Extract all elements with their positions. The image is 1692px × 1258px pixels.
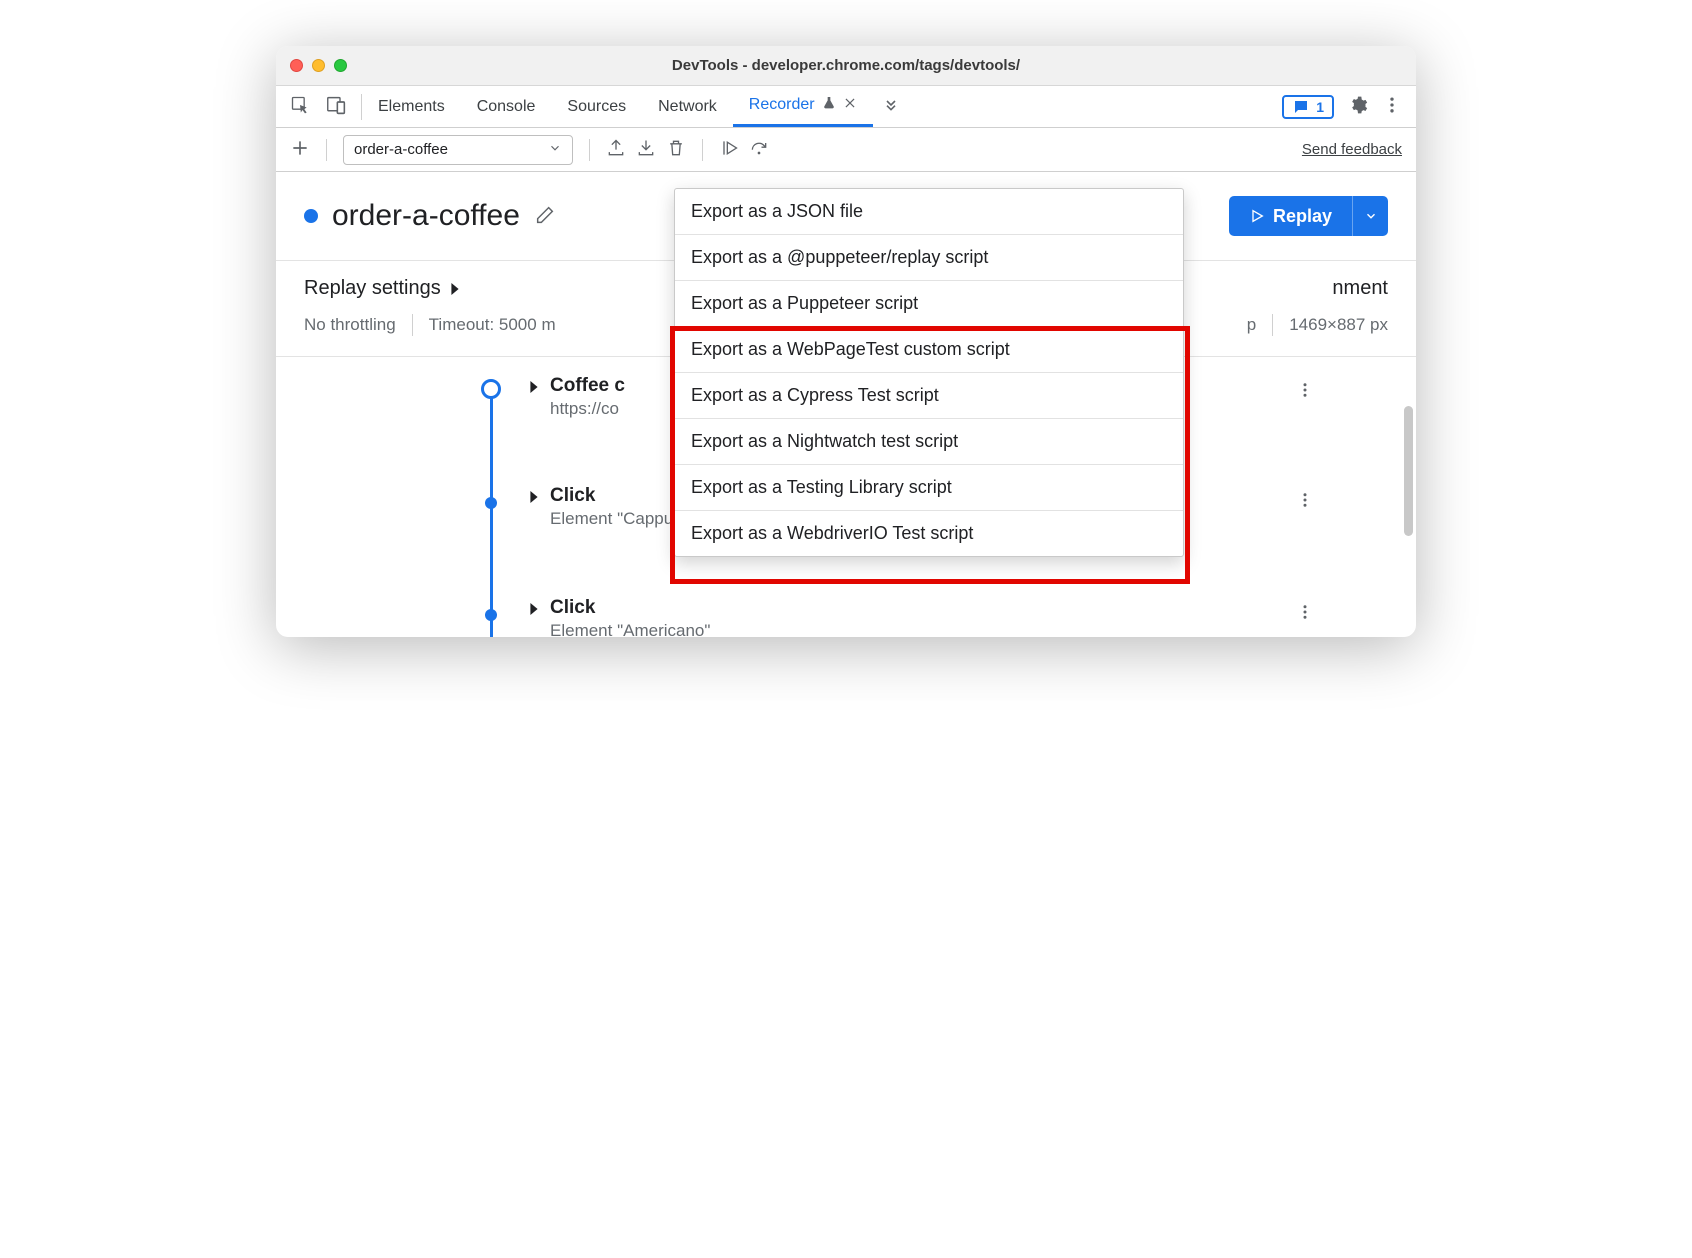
delete-icon[interactable] [666,138,686,161]
export-webpagetest[interactable]: Export as a WebPageTest custom script [675,327,1183,373]
devtools-tabbar: Elements Console Sources Network Recorde… [276,86,1416,128]
export-json[interactable]: Export as a JSON file [675,189,1183,235]
tab-recorder[interactable]: Recorder [733,86,873,127]
timeline-node-icon [485,497,497,509]
new-recording-icon[interactable] [290,138,310,161]
step-menu-icon[interactable] [1296,491,1314,512]
tab-elements[interactable]: Elements [362,86,461,127]
timeline-start-node-icon [481,379,501,399]
viewport-value: 1469×887 px [1289,315,1388,335]
export-menu: Export as a JSON file Export as a @puppe… [674,188,1184,557]
customize-menu-icon[interactable] [1382,95,1402,118]
export-nightwatch[interactable]: Export as a Nightwatch test script [675,419,1183,465]
issues-button[interactable]: 1 [1282,95,1334,119]
scrollbar-thumb[interactable] [1404,406,1413,536]
export-icon[interactable] [606,138,626,161]
close-window-button[interactable] [290,59,303,72]
throttling-value: No throttling [304,315,396,335]
recording-title: order-a-coffee [332,199,520,233]
settings-gear-icon[interactable] [1348,95,1368,118]
close-tab-icon[interactable] [843,96,857,115]
recording-selector-value: order-a-coffee [354,141,448,158]
step-row[interactable]: Click Element "Americano" [528,597,1356,637]
issues-count: 1 [1316,99,1324,115]
recording-selector[interactable]: order-a-coffee [343,135,573,165]
step-over-icon[interactable] [749,138,769,161]
import-icon[interactable] [636,138,656,161]
titlebar: DevTools - developer.chrome.com/tags/dev… [276,46,1416,86]
send-feedback-link[interactable]: Send feedback [1302,141,1402,158]
replay-button-label: Replay [1273,206,1332,227]
devtools-window: DevTools - developer.chrome.com/tags/dev… [276,46,1416,637]
export-webdriverio[interactable]: Export as a WebdriverIO Test script [675,511,1183,556]
replay-button[interactable]: Replay [1229,196,1352,236]
window-title: DevTools - developer.chrome.com/tags/dev… [276,57,1416,74]
recording-status-dot-icon [304,209,318,223]
replay-settings-toggle[interactable]: Replay settings [304,277,461,300]
environment-header: nment [1332,277,1388,300]
traffic-lights [290,46,347,85]
edit-title-icon[interactable] [534,204,556,229]
disclosure-icon[interactable] [528,375,540,396]
step-title: Click [550,597,710,619]
step-replay-icon[interactable] [719,138,739,161]
inspect-element-icon[interactable] [290,95,310,118]
flask-icon [821,95,837,116]
chevron-down-icon [548,141,562,159]
export-puppeteer-replay[interactable]: Export as a @puppeteer/replay script [675,235,1183,281]
more-tabs-icon[interactable] [873,97,909,116]
disclosure-icon[interactable] [528,597,540,618]
zoom-window-button[interactable] [334,59,347,72]
step-subtitle: Element "Americano" [550,621,710,637]
tab-network[interactable]: Network [642,86,733,127]
timeout-value: Timeout: 5000 m [429,315,556,335]
step-subtitle: https://co [550,399,625,419]
tab-sources[interactable]: Sources [551,86,642,127]
minimize-window-button[interactable] [312,59,325,72]
replay-options-button[interactable] [1352,196,1388,236]
step-title: Coffee c [550,375,625,397]
step-menu-icon[interactable] [1296,381,1314,402]
timeline-line-icon [490,393,493,637]
timeline-node-icon [485,609,497,621]
export-testing-library[interactable]: Export as a Testing Library script [675,465,1183,511]
export-puppeteer[interactable]: Export as a Puppeteer script [675,281,1183,327]
recorder-toolbar: order-a-coffee Send feedback [276,128,1416,172]
toggle-device-icon[interactable] [326,95,347,119]
disclosure-icon[interactable] [528,485,540,506]
step-menu-icon[interactable] [1296,603,1314,624]
environment-value: p [1247,315,1256,335]
export-cypress[interactable]: Export as a Cypress Test script [675,373,1183,419]
tab-console[interactable]: Console [461,86,552,127]
